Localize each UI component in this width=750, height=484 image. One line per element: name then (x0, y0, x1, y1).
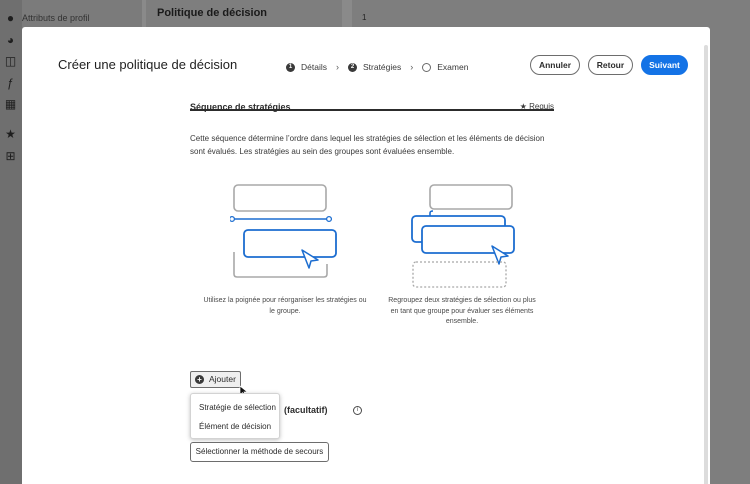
group-illustration (411, 184, 515, 288)
add-circle-icon: + (195, 375, 204, 384)
step-details[interactable]: 1 Détails (286, 62, 327, 72)
chevron-right-icon: › (335, 62, 339, 72)
layout-icon[interactable]: ⊞ (4, 150, 17, 163)
step-number: 1 (286, 62, 295, 72)
back-button[interactable]: Retour (588, 55, 633, 75)
profile-attributes-label: Attributs de profil (22, 13, 90, 23)
chevron-right-icon: › (410, 62, 414, 72)
section-header: Séquence de stratégies ★ Requis (190, 92, 554, 112)
menu-item-selection-strategy[interactable]: Stratégie de sélection (199, 403, 276, 412)
canvas-index: 1 (362, 13, 367, 22)
offer-icon[interactable]: ◫ (4, 55, 17, 68)
next-button[interactable]: Suivant (641, 55, 688, 75)
step-review[interactable]: Examen (422, 62, 468, 72)
cancel-button[interactable]: Annuler (530, 55, 580, 75)
select-fallback-button[interactable]: Sélectionner la méthode de secours (190, 442, 329, 462)
create-policy-modal: Créer une politique de décision 1 Détail… (22, 27, 710, 484)
menu-item-decision-element[interactable]: Élément de décision (199, 422, 271, 431)
left-nav-rail: ● ◕ ◫ ƒ ▦ ★ ⊞ (0, 0, 22, 484)
step-label: Examen (437, 62, 469, 72)
add-dropdown-menu: Stratégie de sélection Élément de décisi… (190, 393, 280, 439)
stepper: 1 Détails › 2 Stratégies › Examen (286, 60, 468, 74)
info-icon[interactable]: i (353, 406, 362, 415)
reorder-caption: Utilisez la poignée pour réorganiser les… (203, 297, 367, 315)
scrollbar[interactable] (704, 45, 708, 484)
required-label: ★ Requis (519, 102, 554, 111)
target-icon[interactable]: ◕ (4, 34, 17, 47)
section-description: Cette séquence détermine l’ordre dans le… (190, 134, 545, 156)
step-number: 2 (347, 62, 357, 72)
user-icon[interactable]: ● (4, 12, 17, 25)
function-icon[interactable]: ƒ (4, 77, 17, 90)
group-caption: Regroupez deux stratégies de sélection o… (388, 297, 536, 325)
fallback-title: (facultatif) (284, 405, 328, 415)
star-icon[interactable]: ★ (4, 128, 17, 141)
step-label: Stratégies (362, 62, 402, 72)
decision-icon[interactable]: ▦ (4, 98, 17, 111)
strategy-sequence-section: Séquence de stratégies ★ Requis Cette sé… (190, 92, 554, 462)
section-title: Séquence de stratégies (190, 102, 291, 112)
add-button[interactable]: + Ajouter (190, 371, 241, 388)
modal-title: Créer une politique de décision (58, 57, 238, 72)
add-button-label: Ajouter (209, 374, 236, 384)
step-label: Détails (301, 62, 327, 72)
policy-panel-title: Politique de décision (157, 7, 268, 19)
step-empty-circle-icon (422, 62, 432, 72)
step-strategies[interactable]: 2 Stratégies (347, 62, 402, 72)
reorder-illustration (230, 184, 337, 278)
